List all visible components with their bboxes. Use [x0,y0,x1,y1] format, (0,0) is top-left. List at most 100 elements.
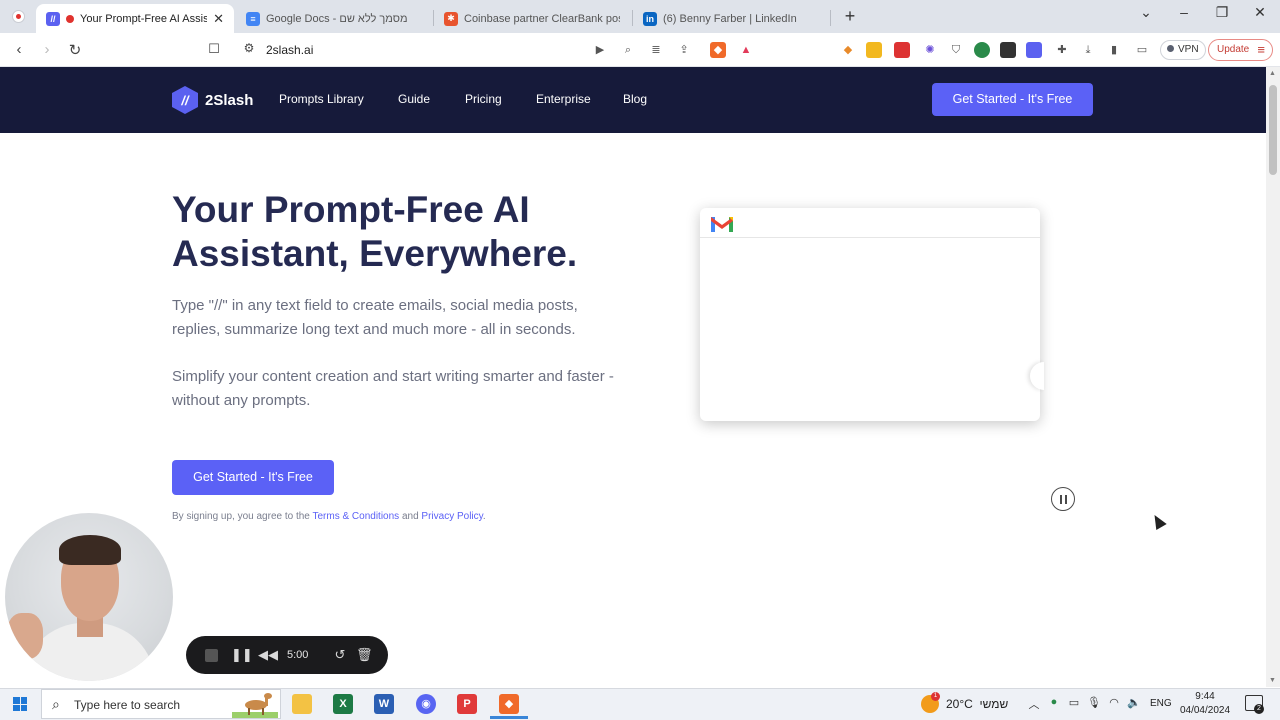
discord-icon[interactable]: ◉ [416,694,436,714]
weather-widget[interactable]: 20°C שמשי [946,697,1008,711]
microphone-icon[interactable]: 🎙 [1087,696,1101,709]
share-icon[interactable]: ⇪ [676,42,692,58]
nbc-icon: ✱ [444,11,458,26]
update-button[interactable]: Update [1208,39,1273,61]
metamask-icon[interactable]: ◆ [840,42,856,58]
logo-text: 2Slash [205,91,254,109]
recording-timer: 5:00 [287,649,309,661]
mockup-header [700,208,1040,238]
mouse-cursor-icon [1149,511,1167,531]
nav-guide[interactable]: Guide [398,92,430,106]
back-icon[interactable]: ‹ [10,41,28,58]
tab-2slash[interactable]: // Your Prompt-Free AI Assistant ✕ [36,4,234,33]
delete-recording-icon[interactable]: 🗑 [356,647,373,663]
close-icon[interactable]: ✕ [213,11,224,27]
tab-title: (6) Benny Farber | LinkedIn [663,12,797,25]
tab-linkedin[interactable]: in (6) Benny Farber | LinkedIn [633,4,829,33]
pause-icon [1059,494,1067,504]
privacy-link[interactable]: Privacy Policy [421,511,483,522]
new-tab-button[interactable]: + [840,6,860,27]
2slash-extension-icon[interactable] [1026,42,1042,58]
bookmark-icon[interactable]: ☐ [205,41,223,57]
hero-description: Type "//" in any text field to create em… [172,297,578,338]
language-indicator[interactable]: ENG [1150,698,1172,709]
search-placeholder: Type here to search [74,698,181,712]
word-icon[interactable]: W [374,694,394,714]
site-logo[interactable]: // 2Slash [172,86,253,114]
wallet-icon[interactable]: ▭ [1134,42,1150,58]
tab-divider [830,10,831,26]
extension-green-icon[interactable] [974,42,990,58]
header-get-started-button[interactable]: Get Started - It's Free [932,83,1093,116]
nav-blog[interactable]: Blog [623,92,647,106]
sidebar-icon[interactable]: ▮ [1106,42,1122,58]
excel-icon[interactable]: X [333,694,353,714]
gmail-icon [711,217,733,232]
stop-recording-icon[interactable] [205,649,218,662]
pause-recording-icon[interactable]: ❚❚ [231,647,253,663]
search-icon: ⌕ [52,696,60,712]
url-field[interactable]: 2slash.ai [266,43,313,57]
webcam-person-hair [59,535,121,565]
minimize-button[interactable]: – [1169,4,1199,20]
tab-google-docs[interactable]: ≡ Google Docs - מסמך ללא שם [236,4,432,33]
vpn-button[interactable]: VPN [1160,40,1206,60]
vpn-status-icon [1167,45,1174,52]
legal-suffix: . [482,511,486,522]
forward-icon[interactable]: › [38,41,56,58]
weather-condition: שמשי [979,697,1009,711]
nav-prompts-library[interactable]: Prompts Library [279,92,364,106]
notification-count: 2 [1254,704,1264,714]
tab-list-chevron-icon[interactable]: ⌄ [1131,4,1161,21]
webcam-overlay [5,513,173,681]
scrollbar-thumb[interactable] [1269,85,1277,175]
download-icon[interactable]: ⤓ [1080,42,1096,58]
brave-shields-icon[interactable]: ◆ [710,42,726,58]
restore-button[interactable]: ❐ [1207,4,1237,21]
pocket-icon[interactable]: P [457,694,477,714]
clock-date: 04/04/2024 [1179,705,1231,716]
taskbar-clock[interactable]: 9:44 04/04/2024 [1176,690,1234,718]
linkedin-icon: in [643,11,657,26]
animation-pause-button[interactable] [1051,487,1075,511]
brave-browser-icon[interactable]: ◆ [499,694,519,714]
extension-red-icon[interactable] [894,42,910,58]
tab-title: Google Docs - מסמך ללא שם [266,12,408,25]
shield-icon[interactable]: ⛉ [948,42,964,58]
vpn-label: VPN [1178,44,1199,55]
extension-badge-icon[interactable] [866,42,882,58]
tray-chevron-up-icon[interactable]: ︿ [1027,696,1041,712]
extension-puzzle-icon[interactable]: ✺ [922,42,938,58]
reload-icon[interactable]: ↻ [66,41,84,59]
nav-enterprise[interactable]: Enterprise [536,92,591,106]
scroll-up-icon[interactable]: ▲ [1269,70,1276,77]
rewind-icon[interactable]: ◀◀ [258,647,278,663]
weather-badge: 1 [931,692,940,701]
brave-rewards-icon[interactable]: ▲ [738,42,754,58]
clock-time: 9:44 [1195,691,1215,702]
file-explorer-icon[interactable] [292,694,312,714]
page-scrollbar[interactable]: ▲ ▼ [1266,67,1280,687]
restart-icon[interactable]: ↺ [332,647,348,663]
volume-icon[interactable]: 🔈 [1127,696,1141,709]
zoom-icon[interactable]: ⌕ [620,42,636,58]
extensions-icon[interactable]: ✚ [1054,42,1070,58]
terms-link[interactable]: Terms & Conditions [312,511,399,522]
close-window-button[interactable]: ✕ [1245,4,1275,21]
nav-pricing[interactable]: Pricing [465,92,502,106]
tab-coinbase-news[interactable]: ✱ Coinbase partner ClearBank posts fir [434,4,630,33]
tray-app-icon[interactable]: ● [1047,696,1061,708]
hero-get-started-button[interactable]: Get Started - It's Free [172,460,334,495]
windows-start-icon[interactable] [13,697,27,711]
reader-mode-icon[interactable]: ≣ [648,42,664,58]
tab-title: Coinbase partner ClearBank posts fir [464,12,620,25]
2slash-icon: // [46,11,60,26]
hero-subdescription: Simplify your content creation and start… [172,368,614,409]
camera-icon[interactable]: ▶ [592,42,608,58]
scroll-down-icon[interactable]: ▼ [1269,677,1276,684]
wifi-icon[interactable]: ◠ [1107,696,1121,709]
site-info-icon[interactable]: ⚙ [240,41,258,55]
extension-dark-icon[interactable] [1000,42,1016,58]
search-highlight-deer-icon [232,693,278,718]
battery-icon[interactable]: ▭ [1067,696,1081,709]
